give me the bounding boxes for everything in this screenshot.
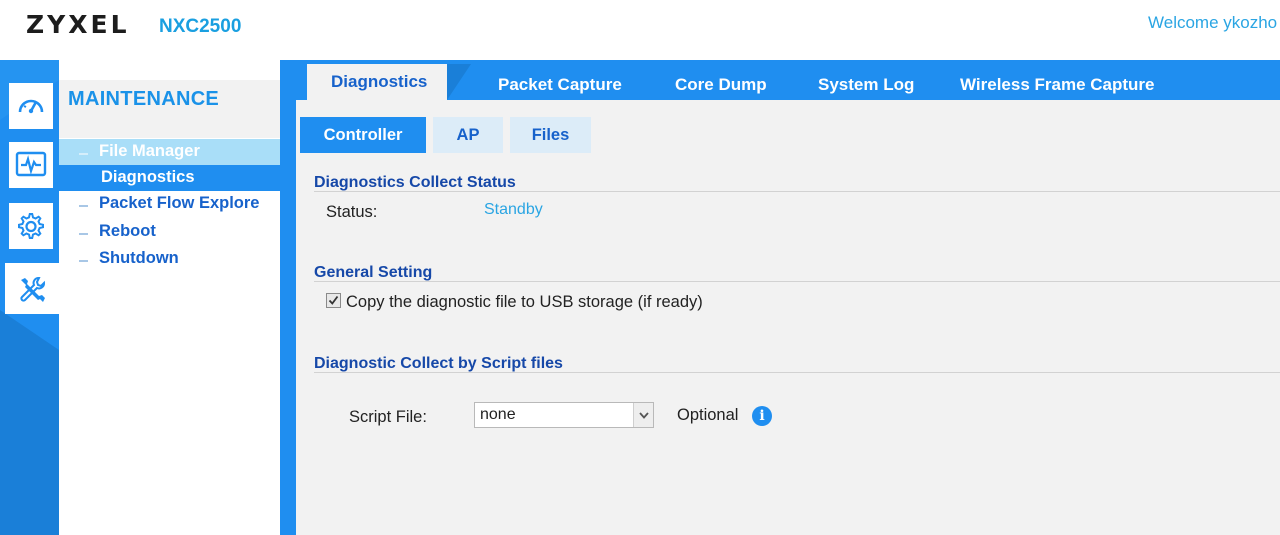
tools-icon	[20, 276, 45, 302]
sidebar-header: MAINTENANCE	[59, 80, 280, 138]
gear-icon	[17, 213, 44, 239]
sidebar-item-label: Shutdown	[99, 249, 179, 267]
script-file-label: Script File:	[349, 408, 427, 426]
chevron-down-icon	[638, 411, 649, 419]
script-file-select[interactable]: none	[474, 402, 654, 428]
tab-wireless-frame-capture[interactable]: Wireless Frame Capture	[960, 75, 1154, 95]
subtab-ap[interactable]: AP	[433, 117, 503, 153]
sidebar-item-label: Packet Flow Explore	[99, 194, 260, 212]
section-divider	[314, 281, 1280, 282]
tab-core-dump[interactable]: Core Dump	[675, 75, 767, 95]
rail-monitor[interactable]	[9, 142, 53, 188]
sidebar-item-diagnostics[interactable]: Diagnostics	[59, 165, 280, 191]
checkmark-icon	[328, 295, 339, 305]
sidebar-title: MAINTENANCE	[68, 88, 220, 110]
subtab-controller[interactable]: Controller	[300, 117, 426, 153]
info-icon[interactable]: i	[752, 406, 772, 426]
section-divider	[314, 191, 1280, 192]
menu-dash-icon	[79, 233, 88, 235]
dashboard-icon	[18, 99, 44, 114]
rail-maintenance[interactable]	[5, 263, 59, 314]
sidebar-item-label: Reboot	[99, 222, 156, 240]
collect-status-title: Diagnostics Collect Status	[314, 174, 516, 191]
sidebar-item-reboot[interactable]: Reboot	[59, 219, 280, 245]
script-files-title: Diagnostic Collect by Script files	[314, 355, 563, 372]
welcome-user[interactable]: Welcome ykozho	[1148, 13, 1277, 33]
copy-usb-label: Copy the diagnostic file to USB storage …	[346, 293, 703, 311]
menu-dash-icon	[79, 260, 88, 262]
sidebar-item-packet-flow-explore[interactable]: Packet Flow Explore	[59, 191, 280, 217]
top-header: ZYXEL NXC2500 Welcome ykozho	[0, 0, 1280, 60]
script-file-value: none	[480, 406, 516, 423]
optional-label: Optional	[677, 406, 739, 424]
brand-logo: ZYXEL	[26, 10, 130, 39]
tab-corner-decoration	[447, 64, 471, 100]
dropdown-button[interactable]	[633, 403, 653, 427]
rail-configuration[interactable]	[9, 203, 53, 249]
sidebar-item-file-manager[interactable]: File Manager	[59, 139, 280, 165]
tab-diagnostics[interactable]: Diagnostics	[331, 72, 427, 92]
menu-dash-icon	[79, 205, 88, 207]
tab-system-log[interactable]: System Log	[818, 75, 914, 95]
subtab-files[interactable]: Files	[510, 117, 591, 153]
menu-dash-icon	[79, 153, 88, 155]
sidebar-item-label: File Manager	[99, 142, 200, 160]
maintenance-sidebar: MAINTENANCE File Manager Diagnostics Pac…	[59, 80, 280, 535]
tab-packet-capture[interactable]: Packet Capture	[498, 75, 622, 95]
rail-dashboard[interactable]	[9, 83, 53, 129]
copy-usb-checkbox[interactable]	[326, 293, 341, 308]
separator-strip	[280, 60, 296, 535]
status-label: Status:	[326, 203, 378, 221]
icon-rail	[0, 60, 59, 535]
device-model: NXC2500	[159, 16, 242, 37]
section-divider	[314, 372, 1280, 373]
sidebar-item-shutdown[interactable]: Shutdown	[59, 246, 280, 272]
sidebar-item-label: Diagnostics	[101, 168, 195, 186]
content-panel	[296, 100, 1280, 535]
status-value: Standby	[484, 201, 543, 218]
general-setting-title: General Setting	[314, 264, 433, 281]
monitor-icon	[15, 151, 47, 177]
